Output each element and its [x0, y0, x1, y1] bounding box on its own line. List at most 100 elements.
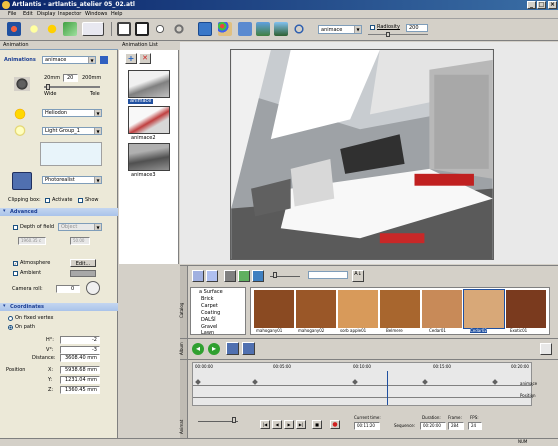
step-forward-button[interactable]: ▶| — [296, 420, 306, 429]
menu-windows[interactable]: Windows — [85, 12, 107, 17]
material-swatch[interactable] — [380, 290, 420, 328]
keyframe-marker[interactable] — [252, 379, 258, 385]
add-animation-button[interactable]: + — [125, 53, 137, 64]
material-swatch[interactable] — [296, 290, 336, 328]
menu-display[interactable]: Display — [37, 12, 55, 17]
palette-icon[interactable] — [218, 22, 232, 36]
playback-speed-thumb[interactable] — [232, 417, 236, 423]
catalog-side-tab[interactable]: Catalog — [179, 266, 188, 338]
light-group-select[interactable]: Light Group_1 ▼ — [42, 127, 102, 135]
fps-field[interactable]: 24 — [468, 422, 482, 430]
back-arrow-icon[interactable]: ◂ — [192, 343, 204, 355]
tree-item[interactable]: Coating — [201, 311, 220, 316]
render-mode-select[interactable]: Photorealist ▼ — [42, 176, 102, 184]
sort-icon[interactable]: A↓ — [352, 270, 364, 282]
v-angle-field[interactable]: -3 — [60, 346, 100, 354]
delete-animation-button[interactable]: ✕ — [139, 53, 151, 64]
animation-list-item[interactable]: animace3 — [131, 173, 156, 178]
album-view-toggle[interactable] — [540, 343, 552, 355]
duration-field[interactable]: 00:20:00 — [420, 422, 446, 430]
on-path-radio[interactable] — [8, 325, 13, 330]
y-position-field[interactable]: 1231.04 mm — [60, 376, 100, 384]
h-angle-field[interactable]: -2 — [60, 336, 100, 344]
forward-arrow-icon[interactable]: ▸ — [208, 343, 220, 355]
material-swatch[interactable] — [338, 290, 378, 328]
album-add-image-button[interactable] — [226, 342, 239, 355]
album-side-tab[interactable]: Album — [179, 339, 188, 359]
catalog-size-thumb[interactable] — [273, 272, 277, 278]
shaders-icon[interactable] — [7, 22, 21, 36]
step-back-button[interactable]: ◀ — [272, 420, 282, 429]
distance-field[interactable]: 3608.40 mm — [60, 354, 100, 362]
render-mode-icon[interactable] — [12, 172, 32, 190]
objects-icon[interactable] — [63, 22, 77, 36]
maximize-button[interactable]: □ — [537, 1, 546, 9]
radiosity-slider[interactable] — [368, 34, 428, 35]
view-select[interactable]: animace ▼ — [318, 25, 362, 34]
catalog-tool-objects[interactable] — [224, 270, 236, 282]
rewind-button[interactable]: |◀ — [260, 420, 270, 429]
animation-thumbnail[interactable] — [128, 106, 170, 134]
advanced-section-header[interactable]: ▾ Advanced — [0, 208, 118, 216]
frame-field[interactable]: 284 — [448, 422, 464, 430]
settings-icon[interactable] — [172, 22, 186, 36]
radiosity-checkbox[interactable] — [370, 25, 375, 30]
atmosphere-edit-button[interactable]: Edit... — [70, 259, 96, 267]
material-swatch[interactable] — [422, 290, 462, 328]
catalog-tool-shaders[interactable] — [192, 270, 204, 282]
coordinates-section-header[interactable]: ▾ Coordinates — [0, 303, 118, 311]
depth-of-field-checkbox[interactable] — [13, 225, 18, 230]
keyframe-marker[interactable] — [422, 379, 428, 385]
tree-item[interactable]: a Surface — [199, 290, 223, 295]
play-button[interactable]: ▶ — [284, 420, 294, 429]
radiosity-field[interactable]: 200 — [406, 24, 428, 32]
material-swatch[interactable] — [254, 290, 294, 328]
fixed-vertex-radio[interactable] — [8, 316, 13, 321]
stop-button[interactable]: ■ — [312, 420, 322, 429]
camera-roll-dial[interactable] — [86, 281, 100, 295]
z-position-field[interactable]: 1360.45 mm — [60, 386, 100, 394]
material-swatch[interactable] — [506, 290, 546, 328]
preview-icon[interactable] — [238, 22, 252, 36]
rendered-interior-preview[interactable] — [230, 49, 494, 260]
menu-edit[interactable]: Edit — [23, 12, 33, 17]
keyframe-marker[interactable] — [492, 379, 498, 385]
album-export-button[interactable] — [242, 342, 255, 355]
tree-item[interactable]: DALŠÍ — [201, 318, 216, 323]
photo-icon[interactable] — [256, 22, 270, 36]
tree-item[interactable]: Carpet — [201, 304, 218, 309]
lens-slider-thumb[interactable] — [46, 84, 50, 90]
lights-icon[interactable] — [27, 22, 41, 36]
menu-file[interactable]: File — [8, 12, 16, 17]
record-button[interactable]: ● — [330, 420, 340, 429]
render-icon[interactable] — [82, 22, 104, 36]
heliodon-icon[interactable] — [45, 22, 59, 36]
perspective-icon[interactable] — [117, 22, 131, 36]
tree-item[interactable]: Lawn — [201, 331, 214, 336]
folder-icon[interactable] — [198, 22, 212, 36]
catalog-tool-images[interactable] — [252, 270, 264, 282]
close-button[interactable]: × — [548, 1, 557, 9]
render-viewport[interactable] — [180, 42, 558, 264]
export-icon[interactable] — [135, 22, 149, 36]
animation-thumbnail[interactable] — [128, 70, 170, 98]
animation-options-icon[interactable] — [100, 56, 108, 64]
link-icon[interactable] — [292, 22, 306, 36]
zoom-icon[interactable] — [153, 22, 167, 36]
menu-help[interactable]: Help — [111, 12, 122, 17]
minimize-button[interactable]: _ — [527, 1, 536, 9]
catalog-tool-textures[interactable] — [206, 270, 218, 282]
animation-thumbnail[interactable] — [128, 143, 170, 171]
atmosphere-checkbox[interactable]: ✓ — [13, 261, 18, 266]
catalog-tool-plants[interactable] — [238, 270, 250, 282]
keyframe-marker[interactable] — [352, 379, 358, 385]
lens-focal-field[interactable]: 20 — [63, 74, 78, 82]
current-time-field[interactable]: 00:11:20 — [354, 422, 380, 430]
camera-roll-field[interactable]: 0 — [56, 285, 80, 293]
timeline-ruler[interactable]: 00:00:00 00:05:00 00:10:00 00:15:00 00:2… — [192, 362, 533, 406]
show-checkbox[interactable] — [78, 198, 83, 203]
ambient-color-swatch[interactable] — [70, 270, 96, 277]
timeline-cursor[interactable] — [387, 371, 388, 405]
catalog-search-field[interactable] — [308, 271, 348, 279]
x-position-field[interactable]: 5938.68 mm — [60, 366, 100, 374]
